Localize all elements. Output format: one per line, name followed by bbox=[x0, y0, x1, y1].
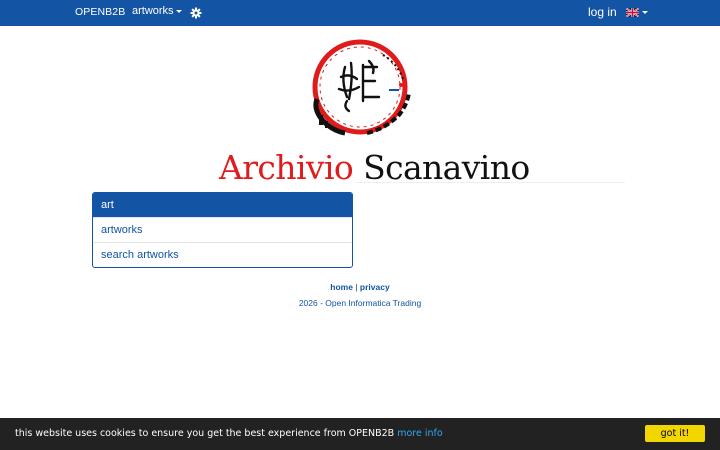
menu-item-art[interactable]: art bbox=[93, 193, 352, 217]
language-dropdown[interactable] bbox=[626, 8, 648, 17]
brand-link[interactable]: OPENB2B bbox=[75, 6, 125, 18]
footer-privacy-link[interactable]: privacy bbox=[360, 282, 390, 292]
caret-down-icon bbox=[642, 11, 648, 14]
footer-separator: | bbox=[352, 282, 360, 292]
caret-down-icon bbox=[175, 9, 182, 13]
footer-copyright: 2026 - Open Informatica Trading bbox=[298, 298, 422, 308]
gear-icon[interactable] bbox=[190, 7, 202, 19]
archivio-scanavino-logo bbox=[312, 39, 411, 136]
cookie-accept-button[interactable]: got it! bbox=[645, 425, 705, 442]
footer-links: home | privacy bbox=[0, 282, 720, 292]
cookie-banner: this website uses cookies to ensure you … bbox=[0, 418, 720, 450]
cookie-more-info-link[interactable]: more info bbox=[397, 428, 442, 439]
uk-flag-icon bbox=[626, 8, 639, 17]
menu-item-artworks[interactable]: artworks bbox=[93, 217, 352, 242]
footer-home-link[interactable]: home bbox=[330, 282, 353, 292]
title-divider bbox=[355, 182, 625, 183]
cookie-message-wrapper: this website uses cookies to ensure you … bbox=[15, 428, 443, 439]
menu-item-search-artworks[interactable]: search artworks bbox=[93, 242, 352, 267]
artworks-dropdown-label: artworks bbox=[132, 5, 174, 17]
top-navbar: OPENB2B artworks log in bbox=[0, 0, 720, 26]
artworks-dropdown[interactable]: artworks bbox=[132, 5, 182, 17]
login-link[interactable]: log in bbox=[588, 5, 617, 19]
title-archivio: Archivio bbox=[219, 148, 354, 187]
cookie-message: this website uses cookies to ensure you … bbox=[15, 428, 395, 439]
menu-list-group: art artworks search artworks bbox=[92, 192, 353, 268]
